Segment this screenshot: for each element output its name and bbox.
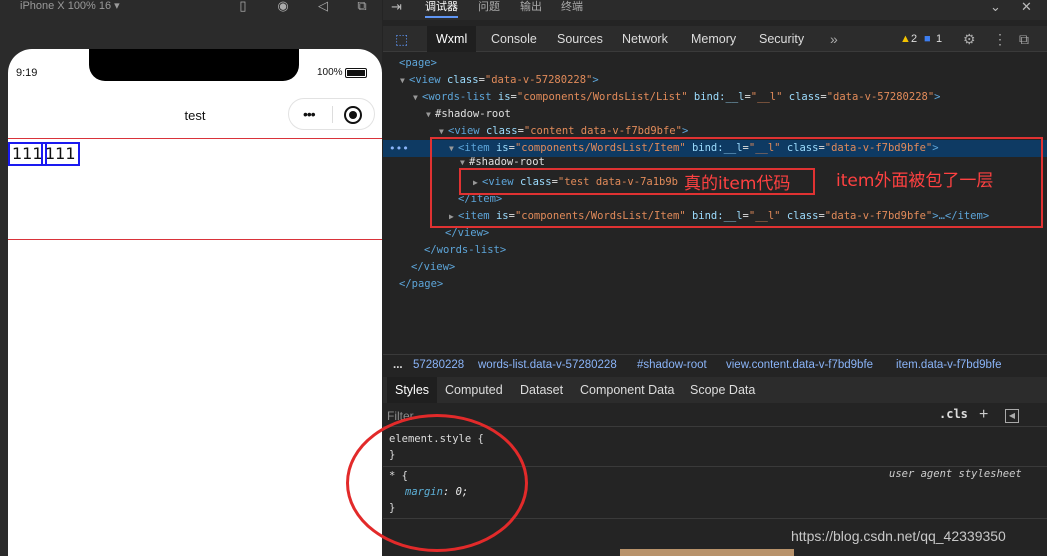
speaker-icon[interactable]: ◁: [316, 0, 330, 14]
screen: iPhone X 100% 16 ▾ ▯ ◉ ◁ ⧉ 9:19 100% tes…: [0, 0, 1047, 556]
node-text: </view>: [445, 227, 490, 239]
watermark: https://blog.csdn.net/qq_42339350: [791, 528, 1006, 544]
inspect-icon[interactable]: ⬚: [395, 31, 408, 47]
breadcrumb-item[interactable]: words-list.data-v-57280228: [478, 355, 617, 375]
battery-icon: [345, 68, 367, 78]
attr-name: class: [485, 125, 518, 137]
user-agent-label: user agent stylesheet: [889, 468, 1022, 480]
dock-icon[interactable]: ⇥: [391, 0, 402, 14]
more-dots-icon[interactable]: •••: [303, 107, 316, 121]
node-text: </words-list>: [424, 244, 507, 256]
phone-icon[interactable]: ▯: [236, 0, 250, 14]
content-border-bottom: [8, 239, 382, 240]
message-icon: ■: [924, 33, 931, 45]
more-tabs-icon[interactable]: »: [830, 31, 838, 47]
tab-memory[interactable]: Memory: [682, 26, 745, 52]
breadcrumb-more[interactable]: ...: [393, 355, 403, 375]
node-text: </page>: [399, 278, 444, 290]
device-selector[interactable]: iPhone X 100% 16 ▾: [20, 0, 120, 12]
attr-value: data-v-57280228: [491, 74, 587, 86]
warning-count[interactable]: 2: [911, 31, 917, 47]
phone-screen: 9:19 100% test ••• 111 111: [8, 49, 382, 556]
tree-node[interactable]: </view>: [383, 259, 1047, 276]
warning-icon: ▲: [900, 33, 911, 45]
attr-name: is: [497, 91, 511, 103]
tab-component-data[interactable]: Component Data: [572, 377, 683, 403]
gear-icon[interactable]: ⚙: [963, 31, 976, 47]
battery-percent: 100%: [317, 67, 343, 78]
devtools-panel-tabs: ⬚ Wxml Console Sources Network Memory Se…: [383, 26, 1047, 52]
record-icon[interactable]: ◉: [276, 0, 290, 14]
tab-output[interactable]: 输出: [520, 0, 542, 14]
selected-marker: •••: [389, 142, 409, 155]
tab-styles[interactable]: Styles: [387, 377, 438, 403]
tab-computed[interactable]: Computed: [437, 377, 511, 403]
cls-toggle[interactable]: .cls: [939, 407, 968, 421]
add-rule-icon[interactable]: +: [979, 405, 988, 425]
devtools-top-bar: ⇥ 调试器 问题 输出 终端 ⌄ ✕: [383, 0, 1047, 20]
styles-tabs: Styles Computed Dataset Component Data S…: [383, 377, 1047, 403]
tree-node[interactable]: <page>: [383, 55, 1047, 72]
message-count[interactable]: 1: [936, 31, 942, 47]
annotation-outer-label: item外面被包了一层: [836, 171, 994, 191]
shadow-root-label: #shadow-root: [435, 108, 511, 120]
tab-wxml[interactable]: Wxml: [427, 26, 477, 52]
tree-node[interactable]: ▼ <words-list is="components/WordsList/Li…: [383, 89, 1047, 106]
breadcrumb-item[interactable]: 57280228: [413, 355, 464, 375]
tab-console[interactable]: Console: [482, 26, 546, 52]
tab-network[interactable]: Network: [613, 26, 677, 52]
node-tag: view: [454, 125, 480, 137]
breadcrumb-item-current[interactable]: item.data-v-f7bd9bfe: [896, 355, 1001, 375]
attr-name: class: [788, 91, 821, 103]
phone-notch: [89, 49, 299, 81]
tree-node[interactable]: </words-list>: [383, 242, 1047, 259]
window-icon[interactable]: ⧉: [355, 0, 369, 14]
tab-sources[interactable]: Sources: [548, 26, 612, 52]
undock-icon[interactable]: ⧉: [1019, 31, 1029, 47]
node-tag: view: [415, 74, 441, 86]
tab-debugger[interactable]: 调试器: [425, 0, 458, 18]
node-tag: words-list: [428, 91, 492, 103]
simulator-toolbar: iPhone X 100% 16 ▾ ▯ ◉ ◁ ⧉: [0, 0, 382, 20]
toggle-sidebar-icon[interactable]: ◀: [1005, 409, 1019, 423]
breadcrumb: ... 57280228 words-list.data-v-57280228 …: [383, 354, 1047, 374]
attr-name: class: [446, 74, 479, 86]
capsule-menu[interactable]: •••: [288, 98, 375, 130]
chevron-down-icon[interactable]: ⌄: [990, 0, 1001, 14]
tab-terminal[interactable]: 终端: [561, 0, 583, 14]
close-target-icon[interactable]: [344, 106, 362, 124]
tab-issues[interactable]: 问题: [478, 0, 500, 14]
node-text: <page>: [399, 57, 437, 69]
annotation-inner-label: 真的item代码: [684, 174, 791, 194]
breadcrumb-item[interactable]: #shadow-root: [637, 355, 707, 375]
attr-value: content data-v-f7bd9bfe: [530, 125, 676, 137]
tree-node[interactable]: ▼ <view class="data-v-57280228">: [383, 72, 1047, 89]
simulator-panel: iPhone X 100% 16 ▾ ▯ ◉ ◁ ⧉ 9:19 100% tes…: [0, 0, 382, 556]
attr-value: components/WordsList/List: [523, 91, 682, 103]
tab-dataset[interactable]: Dataset: [512, 377, 571, 403]
tree-node[interactable]: </page>: [383, 276, 1047, 293]
capsule-divider: [332, 106, 333, 123]
close-icon[interactable]: ✕: [1021, 0, 1032, 14]
content-border-top: [8, 138, 382, 139]
attr-value: __l: [757, 91, 777, 103]
annotation-circle: [346, 414, 528, 552]
tab-security[interactable]: Security: [750, 26, 813, 52]
node-text: </view>: [411, 261, 456, 273]
kebab-menu-icon[interactable]: ⋮: [993, 31, 1007, 47]
attr-name: bind:__l: [693, 91, 745, 103]
bottom-strip: [620, 549, 794, 556]
item-box: 111: [41, 142, 80, 166]
status-time: 9:19: [16, 67, 38, 79]
tree-node[interactable]: ▼ #shadow-root: [383, 106, 1047, 123]
tab-scope-data[interactable]: Scope Data: [682, 377, 763, 403]
breadcrumb-item[interactable]: view.content.data-v-f7bd9bfe: [726, 355, 873, 375]
attr-value: data-v-57280228: [833, 91, 928, 103]
